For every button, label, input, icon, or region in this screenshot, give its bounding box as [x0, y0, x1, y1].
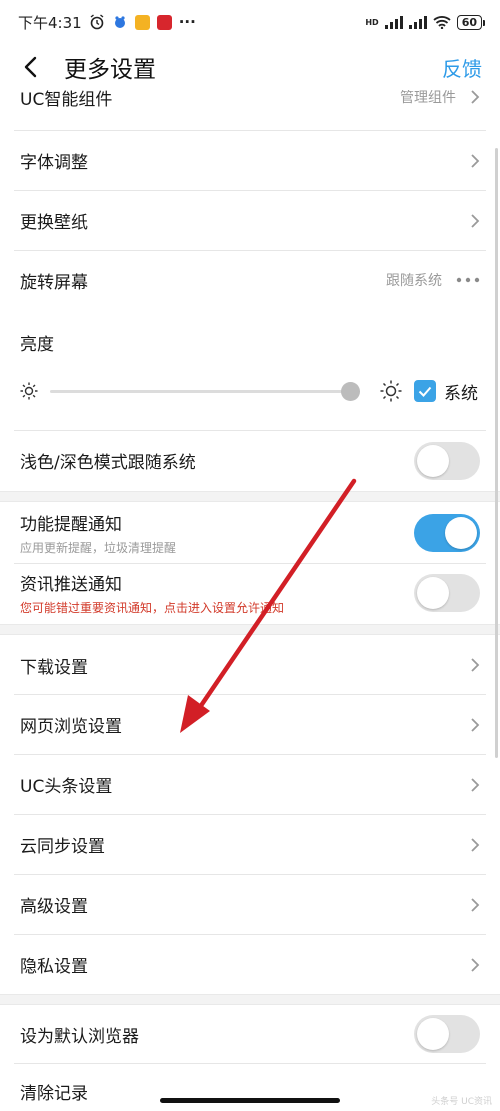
settings-list: UC智能组件 管理组件 字体调整 更换壁纸 旋转屏幕 跟随系统 亮度 系统 浅色… — [0, 90, 500, 1111]
chevron-right-icon — [471, 897, 480, 912]
section-separator — [0, 994, 500, 1005]
chevron-right-icon — [471, 717, 480, 732]
feedback-button[interactable]: 反馈 — [442, 53, 482, 82]
chevron-right-icon — [471, 90, 480, 104]
back-button[interactable] — [18, 55, 42, 79]
page-title: 更多设置 — [64, 57, 156, 83]
setting-label: 云同步设置 — [20, 837, 105, 857]
feature-notify-toggle[interactable] — [414, 514, 480, 552]
section-separator — [0, 491, 500, 502]
setting-wallpaper[interactable]: 更换壁纸 — [0, 191, 500, 250]
setting-label: UC智能组件 — [20, 90, 113, 110]
setting-privacy[interactable]: 隐私设置 — [0, 935, 500, 994]
setting-label: 亮度 — [20, 334, 54, 355]
signal-icon — [384, 15, 403, 29]
setting-label: 资讯推送通知 — [20, 575, 122, 595]
system-brightness-label: 系统 — [444, 383, 478, 404]
setting-theme-follow-system[interactable]: 浅色/深色模式跟随系统 — [0, 431, 500, 490]
signal-icon-2 — [408, 15, 427, 29]
brightness-low-icon — [20, 382, 38, 400]
brightness-slider-row: 系统 — [20, 379, 480, 404]
toggle-knob — [417, 577, 449, 609]
brightness-slider[interactable] — [50, 381, 360, 401]
setting-advanced[interactable]: 高级设置 — [0, 875, 500, 934]
news-push-toggle[interactable] — [414, 574, 480, 612]
system-brightness-checkbox[interactable] — [414, 380, 436, 402]
chevron-right-icon — [471, 153, 480, 168]
setting-web-browsing[interactable]: 网页浏览设置 — [0, 695, 500, 754]
battery-indicator: 60 — [456, 14, 486, 30]
home-indicator[interactable] — [160, 1098, 340, 1103]
brightness-slider-thumb[interactable] — [340, 381, 360, 401]
setting-label: 功能提醒通知 — [20, 515, 122, 535]
setting-value: 跟随系统 — [386, 273, 442, 289]
setting-label: 高级设置 — [20, 897, 88, 917]
setting-label: 网页浏览设置 — [20, 717, 122, 737]
toggle-knob — [417, 444, 449, 477]
theme-follow-toggle[interactable] — [414, 441, 480, 480]
divider — [14, 1063, 486, 1064]
setting-news-push[interactable]: 资讯推送通知 您可能错过重要资讯通知，点击进入设置允许通知 — [0, 564, 500, 622]
toggle-knob — [445, 517, 477, 549]
setting-subtitle: 应用更新提醒，垃圾清理提醒 — [20, 541, 177, 555]
setting-label: 隐私设置 — [20, 957, 88, 977]
check-icon — [418, 386, 432, 397]
setting-brightness-title: 亮度 — [0, 326, 500, 358]
setting-feature-notify[interactable]: 功能提醒通知 应用更新提醒，垃圾清理提醒 — [0, 504, 500, 562]
setting-warning[interactable]: 您可能错过重要资讯通知，点击进入设置允许通知 — [20, 599, 284, 616]
news-app-icon — [156, 14, 172, 30]
default-browser-toggle[interactable] — [414, 1015, 480, 1053]
setting-default-browser[interactable]: 设为默认浏览器 — [0, 1005, 500, 1063]
setting-uc-widgets[interactable]: UC智能组件 管理组件 — [0, 90, 500, 110]
setting-label: 更换壁纸 — [20, 213, 88, 233]
setting-label: 设为默认浏览器 — [20, 1026, 139, 1047]
alarm-icon — [90, 14, 104, 30]
setting-label: 清除记录 — [20, 1083, 88, 1104]
section-separator — [0, 624, 500, 635]
chevron-right-icon — [471, 777, 480, 792]
watermark: 头条号 UC资讯 — [431, 1097, 492, 1107]
chevron-right-icon — [471, 658, 480, 672]
brightness-high-icon — [380, 380, 402, 402]
setting-font-size[interactable]: 字体调整 — [0, 131, 500, 190]
toggle-knob — [417, 1018, 449, 1050]
setting-uc-headlines[interactable]: UC头条设置 — [0, 755, 500, 814]
setting-download[interactable]: 下载设置 — [0, 636, 500, 694]
setting-cloud-sync[interactable]: 云同步设置 — [0, 815, 500, 874]
hd-badge: HD — [365, 17, 379, 27]
setting-value: 管理组件 — [400, 90, 456, 106]
more-notifications-icon: ··· — [178, 13, 196, 31]
setting-label: 字体调整 — [20, 153, 88, 173]
wifi-icon — [433, 16, 451, 29]
setting-rotate-screen[interactable]: 旋转屏幕 跟随系统 — [0, 251, 500, 309]
setting-label: UC头条设置 — [20, 777, 113, 797]
more-options-icon[interactable] — [456, 277, 480, 283]
chevron-right-icon — [471, 213, 480, 228]
chevron-right-icon — [471, 957, 480, 972]
baidu-app-icon — [114, 16, 125, 28]
setting-label: 浅色/深色模式跟随系统 — [20, 453, 196, 473]
back-arrow-icon — [24, 56, 37, 78]
setting-label: 下载设置 — [20, 657, 88, 678]
setting-label: 旋转屏幕 — [20, 272, 88, 293]
status-time: 下午4:31 — [18, 13, 82, 32]
chevron-right-icon — [471, 837, 480, 852]
page-header: 更多设置 反馈 — [0, 44, 500, 90]
scrollbar[interactable] — [495, 148, 498, 758]
status-bar: 下午4:31 ··· HD 60 — [0, 0, 500, 44]
notes-app-icon — [134, 14, 150, 30]
